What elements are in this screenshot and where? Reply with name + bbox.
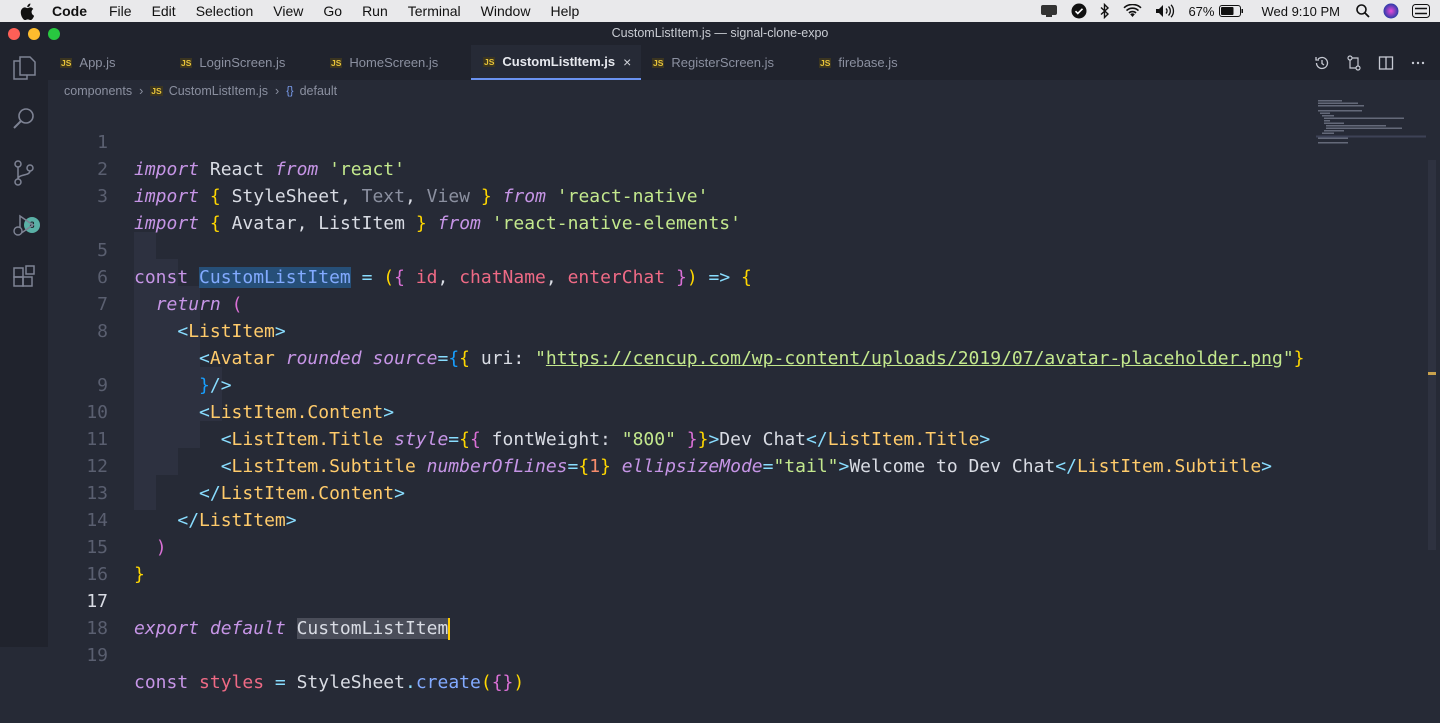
line-code: const styles = StyleSheet.create({}) [134,672,525,693]
menu-file[interactable]: File [109,0,132,22]
screen-mirroring-icon[interactable] [1040,4,1058,18]
source-control-icon[interactable] [9,158,39,188]
breadcrumb-file[interactable]: CustomListItem.js [169,84,268,98]
code-line: 6 return ( [48,237,1318,315]
code-line: 11 <ListItem.Subtitle numberOfLines={1} … [48,399,1318,477]
menu-bar: Code File Edit Selection View Go Run Ter… [0,0,1440,22]
vertical-scrollbar[interactable] [1428,160,1436,550]
code-line: 2 import { StyleSheet, Text, View } from… [48,129,1318,207]
menu-edit[interactable]: Edit [152,0,176,22]
menu-selection[interactable]: Selection [196,0,254,22]
wifi-icon[interactable] [1123,4,1142,18]
line-number: 19 [86,645,108,666]
code-line: 10 <ListItem.Title style={{ fontWeight: … [48,372,1318,450]
explorer-icon[interactable] [9,53,39,83]
code-line: 3 import { Avatar, ListItem } from 'reac… [48,156,1318,234]
code-line: 13 </ListItem> [48,453,1318,531]
control-center-icon[interactable] [1412,4,1430,18]
tab-label: CustomListItem.js [502,54,616,69]
window-title: CustomListItem.js — signal-clone-expo [611,26,829,40]
window-title-bar: CustomListItem.js — signal-clone-expo [0,22,1440,45]
js-file-icon: JS [483,56,496,67]
chevron-right-icon: › [275,84,280,98]
zoom-window-button[interactable] [48,28,60,40]
editor-tab-bar: JS App.js JS LoginScreen.js JS HomeScree… [48,45,1440,80]
breadcrumb: components › JS CustomListItem.js › {} d… [64,80,337,102]
code-line: 15 } [48,507,1318,585]
breadcrumb-symbol[interactable]: default [300,84,338,98]
volume-icon[interactable] [1155,4,1175,18]
code-line: 1 import React from 'react' [48,102,1318,180]
open-changes-icon[interactable] [1346,54,1362,71]
menu-app-name[interactable]: Code [52,0,87,22]
code-line: 19 const styles = StyleSheet.create({}) [48,615,1318,693]
tab-label: HomeScreen.js [349,55,439,70]
code-line: 7 <ListItem> [48,264,1318,342]
menu-go[interactable]: Go [323,0,342,22]
scrollbar-marker [1428,372,1436,375]
js-file-icon: JS [652,57,665,68]
symbol-module-icon: {} [286,85,294,97]
close-tab-icon[interactable]: × [623,54,631,70]
apple-logo-icon[interactable] [20,2,38,20]
tab-customlistitem-js[interactable]: JS CustomListItem.js × [471,45,642,80]
tab-registerscreen-js[interactable]: JS RegisterScreen.js [652,45,774,80]
menu-run[interactable]: Run [362,0,388,22]
tab-label: LoginScreen.js [199,55,286,70]
run-debug-icon[interactable] [9,210,39,240]
activity-bar: 8 [0,45,48,647]
js-file-icon: JS [150,86,163,96]
timeline-history-icon[interactable] [1314,55,1330,71]
bluetooth-icon[interactable] [1100,3,1110,19]
chevron-right-icon: › [139,84,144,98]
battery-icon[interactable] [1219,5,1244,17]
tab-app-js[interactable]: JS App.js [60,45,116,80]
battery-percent: 67% [1188,3,1215,19]
split-editor-icon[interactable] [1378,55,1394,71]
code-line-active: 17 export default CustomListItem [48,561,1318,640]
clock[interactable]: Wed 9:10 PM [1261,4,1340,19]
js-file-icon: JS [330,57,343,68]
minimap[interactable] [1316,100,1426,160]
code-line: 9 <ListItem.Content> [48,345,1318,423]
tab-firebase-js[interactable]: JS firebase.js [819,45,898,80]
menu-window[interactable]: Window [481,0,531,22]
code-editor[interactable]: 1 import React from 'react' 2 import { S… [48,102,1428,693]
close-window-button[interactable] [8,28,20,40]
code-line: 12 </ListItem.Content> [48,426,1318,504]
editor-actions [1298,45,1426,80]
tab-loginscreen-js[interactable]: JS LoginScreen.js [180,45,285,80]
search-icon[interactable] [9,104,39,134]
extensions-icon[interactable] [9,262,39,292]
minimize-window-button[interactable] [28,28,40,40]
tab-label: firebase.js [838,55,898,70]
tab-label: RegisterScreen.js [671,55,775,70]
code-line: 5 const CustomListItem = ({ id, chatName… [48,210,1318,288]
tab-label: App.js [79,55,116,70]
spotlight-search-icon[interactable] [1356,4,1370,18]
code-line: 16 [48,534,1318,585]
menu-extras: 67% Wed 9:10 PM [1027,0,1430,22]
code-line: 18 [48,588,1318,639]
code-line: 8 <Avatar rounded source={{ uri: "https:… [48,291,1318,369]
menu-view[interactable]: View [273,0,303,22]
menu-terminal[interactable]: Terminal [408,0,461,22]
more-actions-icon[interactable] [1410,55,1426,71]
menu-help[interactable]: Help [550,0,579,22]
code-line: 14 ) [48,480,1318,558]
tab-homescreen-js[interactable]: JS HomeScreen.js [330,45,438,80]
js-file-icon: JS [60,57,73,68]
code-line: }/> [48,318,1318,396]
siri-icon[interactable] [1383,3,1399,19]
check-circle-icon[interactable] [1071,3,1087,19]
breadcrumb-folder[interactable]: components [64,84,132,98]
js-file-icon: JS [819,57,832,68]
js-file-icon: JS [180,57,193,68]
